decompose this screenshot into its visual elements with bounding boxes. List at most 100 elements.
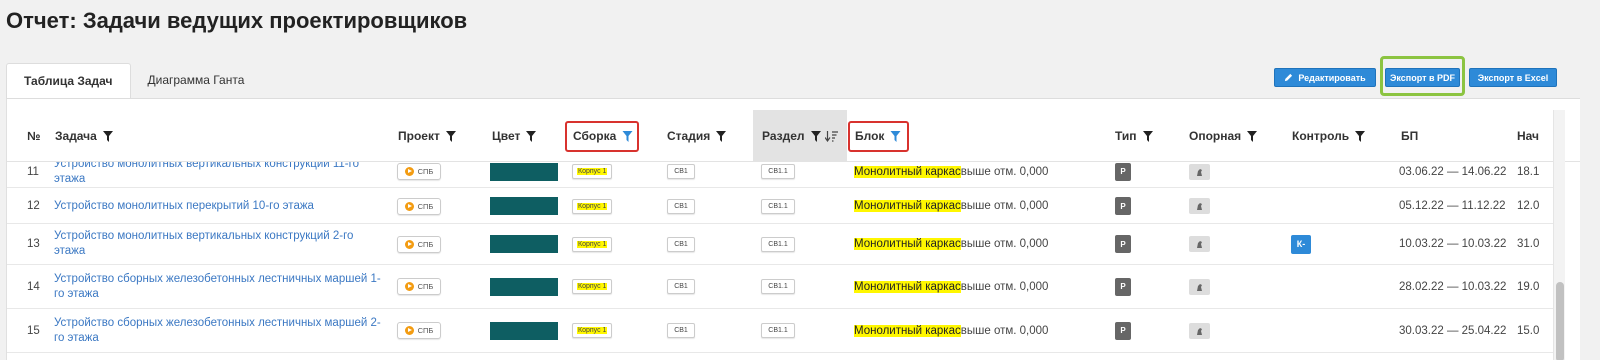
column-header-support[interactable]: Опорная [1189,110,1258,162]
table-row[interactable]: 13 Устройство монолитных вертикальных ко… [7,224,1553,265]
vertical-scrollbar[interactable] [1553,110,1565,360]
filter-icon[interactable] [445,130,456,142]
color-swatch [490,321,558,340]
assembly-badge: Корпус 1 [572,236,613,252]
bp-cell: 28.02.22 — 10.03.22 [1399,280,1507,293]
column-header-number: № [27,129,41,143]
control-badge[interactable]: К- [1291,234,1311,254]
assembly-cell: Корпус 1 [572,189,613,223]
column-header-color[interactable]: Цвет [492,110,537,162]
project-badge[interactable]: СПБ [397,278,441,295]
filter-icon[interactable] [810,130,821,142]
filter-icon[interactable] [526,130,537,142]
color-cell [490,309,558,352]
tab-gantt-chart[interactable]: Диаграмма Ганта [131,63,262,99]
task-link[interactable]: Устройство монолитных вертикальных конст… [54,162,384,187]
anchor-icon[interactable] [1189,322,1210,339]
color-swatch [490,277,558,296]
filter-icon[interactable] [1355,130,1366,142]
stage-badge: СВ1 [667,164,695,179]
table-row[interactable]: 15 Устройство сборных железобетонных лес… [7,309,1553,353]
column-header-project[interactable]: Проект [398,110,456,162]
play-icon [404,282,414,291]
type-cell: Р [1115,265,1131,308]
row-number: 14 [27,280,40,293]
section-cell: СВ1.1 [761,224,795,264]
filter-active-icon[interactable] [890,130,901,142]
project-badge[interactable]: СПБ [397,163,441,180]
start-cell: 15.0 [1517,324,1540,337]
stage-cell: СВ1 [667,224,695,264]
export-excel-button-label: Экспорт в Excel [1477,72,1549,83]
table-row[interactable]: 11 Устройство монолитных вертикальных ко… [7,162,1553,188]
type-cell: Р [1115,162,1131,187]
export-pdf-button-label: Экспорт в PDF [1389,72,1456,83]
filter-active-icon[interactable] [622,130,633,142]
column-header-section[interactable]: Раздел [753,110,847,162]
filter-icon[interactable] [1247,130,1258,142]
color-cell [490,224,558,264]
type-cell: Р [1115,189,1131,223]
section-cell: СВ1.1 [761,309,795,352]
scrollbar-thumb[interactable] [1556,282,1564,360]
assembly-badge: Корпус 1 [572,279,613,294]
task-link[interactable]: Устройство монолитных перекрытий 10-го э… [54,189,384,223]
project-badge[interactable]: СПБ [397,197,441,215]
column-header-task[interactable]: Задача [55,110,113,162]
column-header-control[interactable]: Контроль [1292,110,1366,162]
table-row[interactable]: 12 Устройство монолитных перекрытий 10-г… [7,189,1553,224]
tab-task-table[interactable]: Таблица Задач [6,63,131,99]
column-header-block[interactable]: Блок [855,110,901,162]
color-swatch [490,235,558,253]
project-cell: СПБ [397,189,441,223]
edit-button[interactable]: Редактировать [1274,68,1376,87]
project-badge[interactable]: СПБ [397,235,441,253]
assembly-cell: Корпус 1 [572,162,613,187]
anchor-icon[interactable] [1189,278,1210,295]
filter-icon[interactable] [102,130,113,142]
start-cell: 12.0 [1517,200,1540,212]
column-header-start[interactable]: Нач [1517,110,1539,162]
column-header-type[interactable]: Тип [1115,110,1153,162]
block-highlight: Монолитный каркас [854,324,961,337]
row-number: 11 [27,165,39,178]
support-cell [1189,189,1210,223]
task-link[interactable]: Устройство монолитных вертикальных конст… [54,224,384,264]
pencil-icon [1285,73,1293,82]
anchor-icon[interactable] [1189,198,1210,214]
export-pdf-button[interactable]: Экспорт в PDF [1385,68,1460,87]
edit-button-label: Редактировать [1298,72,1366,83]
start-cell: 19.0 [1517,280,1540,293]
column-header-assembly[interactable]: Сборка [573,110,633,162]
block-rest: выше отм. 0,000 [960,324,1049,337]
block-highlight: Монолитный каркас [854,200,961,212]
stage-badge: СВ1 [667,279,695,294]
anchor-icon[interactable] [1189,236,1210,252]
assembly-cell: Корпус 1 [572,309,613,352]
column-header-stage[interactable]: Стадия [667,110,727,162]
filter-icon[interactable] [1142,130,1153,142]
stage-cell: СВ1 [667,309,695,352]
bp-cell: 03.06.22 — 14.06.22 [1399,165,1507,178]
column-header-bp[interactable]: БП [1401,110,1418,162]
assembly-badge: Корпус 1 [572,198,613,214]
export-excel-button[interactable]: Экспорт в Excel [1469,68,1557,87]
section-cell: СВ1.1 [761,189,795,223]
sort-descending-icon[interactable] [824,130,838,142]
anchor-icon[interactable] [1189,163,1210,180]
task-table-panel: № Задача Проект Цвет Сборка Стадия Разде… [6,98,1580,360]
section-badge: СВ1.1 [761,164,795,179]
row-number: 12 [27,200,40,212]
support-cell [1189,224,1210,264]
block-cell: Монолитный каркас выше отм. 0,000 [854,162,1048,187]
task-link[interactable]: Устройство сборных железобетонных лестни… [54,265,384,308]
type-badge: Р [1115,277,1131,296]
table-row[interactable]: 14 Устройство сборных железобетонных лес… [7,265,1553,309]
task-link[interactable]: Устройство сборных железобетонных лестни… [54,309,384,352]
stage-badge: СВ1 [667,198,695,214]
play-icon [404,167,414,176]
support-cell [1189,162,1210,187]
project-badge[interactable]: СПБ [397,322,441,339]
filter-icon[interactable] [716,130,727,142]
type-cell: Р [1115,224,1131,264]
